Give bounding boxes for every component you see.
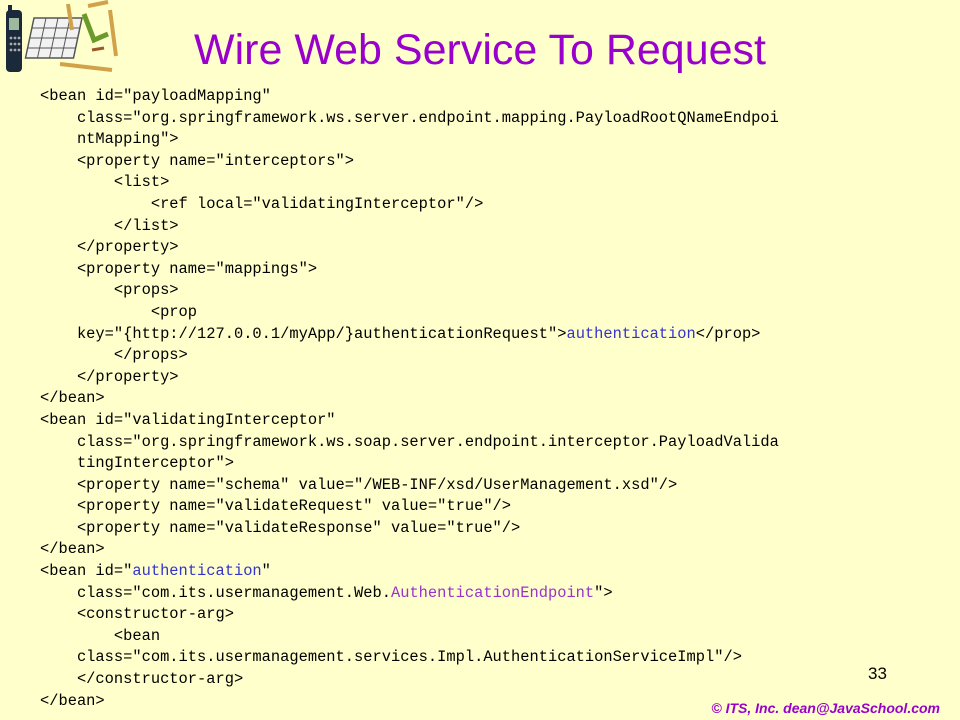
code-line: class="com.its.usermanagement.services.I… <box>40 648 742 667</box>
code-text: " <box>261 562 271 581</box>
code-line: </property> <box>40 367 179 386</box>
copyright-footer: © ITS, Inc. dean@JavaSchool.com <box>711 700 940 716</box>
code-line: <prop <box>40 302 198 321</box>
code-text: </prop> <box>695 324 761 343</box>
highlighted-text: authentication <box>566 324 696 343</box>
code-line: <property name="schema" value="/WEB-INF/… <box>40 475 678 494</box>
code-line: <bean id="authentication" <box>40 561 940 583</box>
highlighted-text: authentication <box>132 562 262 581</box>
code-text: key="{http://127.0.0.1/myApp/}authentica… <box>40 324 567 343</box>
code-line: </props> <box>40 346 188 365</box>
code-text: class="com.its.usermanagement.Web. <box>40 583 391 602</box>
code-block: <bean id="payloadMapping" class="org.spr… <box>40 86 940 712</box>
code-line: </bean> <box>40 389 105 408</box>
code-text: <bean id=" <box>40 562 133 581</box>
code-line: </constructor-arg> <box>40 670 244 689</box>
code-line: <props> <box>40 281 179 300</box>
code-line: ntMapping"> <box>40 130 179 149</box>
code-line: <bean id="payloadMapping" <box>40 87 271 105</box>
slide-title: Wire Web Service To Request <box>194 26 766 74</box>
code-line: class="org.springframework.ws.soap.serve… <box>40 432 779 451</box>
code-line: </list> <box>40 216 179 235</box>
code-line: <property name="mappings"> <box>40 259 318 278</box>
code-line: <bean id="validatingInterceptor" <box>40 410 336 429</box>
code-line: <property name="validateResponse" value=… <box>40 518 521 537</box>
code-line: <bean <box>40 626 161 645</box>
code-line: <constructor-arg> <box>40 605 234 624</box>
code-text: "> <box>594 583 613 602</box>
code-line: key="{http://127.0.0.1/myApp/}authentica… <box>40 324 940 346</box>
highlighted-text: AuthenticationEndpoint <box>390 583 595 602</box>
code-line: <list> <box>40 173 170 192</box>
code-line: tingInterceptor"> <box>40 454 234 473</box>
code-line: </property> <box>40 238 179 257</box>
code-line: </bean> <box>40 540 105 559</box>
code-line: <property name="validateRequest" value="… <box>40 497 512 516</box>
code-line: class="org.springframework.ws.server.end… <box>40 108 779 127</box>
code-line: class="com.its.usermanagement.Web.Authen… <box>40 583 940 605</box>
code-line: <property name="interceptors"> <box>40 151 355 170</box>
page-number: 33 <box>868 664 887 683</box>
code-line: <ref local="validatingInterceptor"/> <box>40 194 484 213</box>
